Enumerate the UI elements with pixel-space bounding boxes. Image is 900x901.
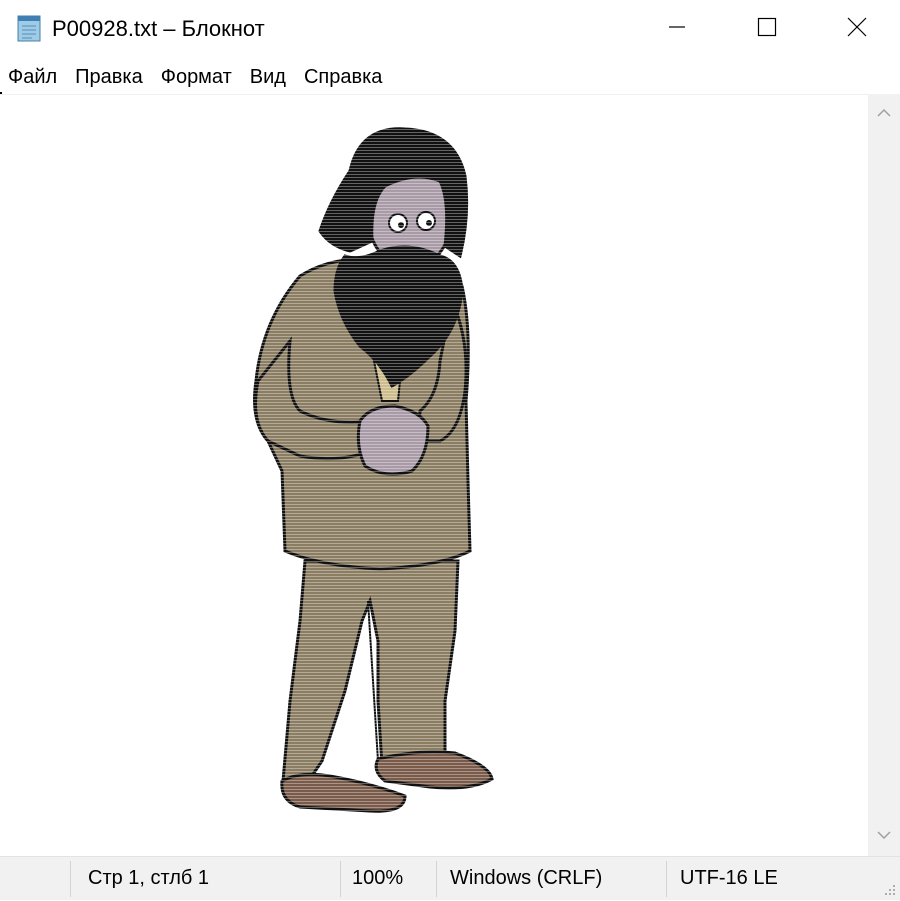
window-title: P00928.txt – Блокнот — [52, 16, 265, 41]
chevron-down-icon — [876, 827, 892, 848]
scroll-up-button[interactable] — [868, 98, 900, 132]
resize-grip-icon[interactable] — [882, 882, 896, 896]
ascii-art-figure — [240, 121, 500, 821]
text-editor[interactable] — [0, 94, 868, 856]
scroll-down-button[interactable] — [868, 820, 900, 854]
notepad-icon — [14, 13, 44, 43]
chevron-up-icon — [876, 105, 892, 126]
maximize-button[interactable] — [722, 0, 812, 58]
status-separator — [436, 861, 437, 897]
menu-view[interactable]: Вид — [241, 61, 295, 93]
menu-help[interactable]: Справка — [295, 61, 391, 93]
maximize-icon — [757, 17, 777, 42]
status-bar: Стр 1, стлб 1 100% Windows (CRLF) UTF-16… — [0, 856, 900, 900]
status-separator — [666, 861, 667, 897]
title-bar[interactable]: P00928.txt – Блокнот — [0, 0, 900, 58]
menu-file[interactable]: Файл — [0, 61, 66, 93]
status-separator — [70, 861, 71, 897]
vertical-scrollbar[interactable] — [868, 94, 900, 856]
menu-format[interactable]: Формат — [152, 61, 241, 93]
minimize-button[interactable] — [632, 0, 722, 58]
close-button[interactable] — [812, 0, 900, 58]
line-endings: Windows (CRLF) — [450, 867, 603, 889]
close-icon — [847, 17, 867, 42]
status-separator — [340, 861, 341, 897]
cursor-position: Стр 1, стлб 1 — [88, 867, 210, 889]
menu-edit[interactable]: Правка — [66, 61, 152, 93]
zoom-level: 100% — [352, 867, 404, 889]
minimize-icon — [667, 17, 687, 42]
encoding: UTF-16 LE — [680, 867, 778, 889]
menu-bar: Файл Правка Формат Вид Справка — [0, 60, 900, 94]
